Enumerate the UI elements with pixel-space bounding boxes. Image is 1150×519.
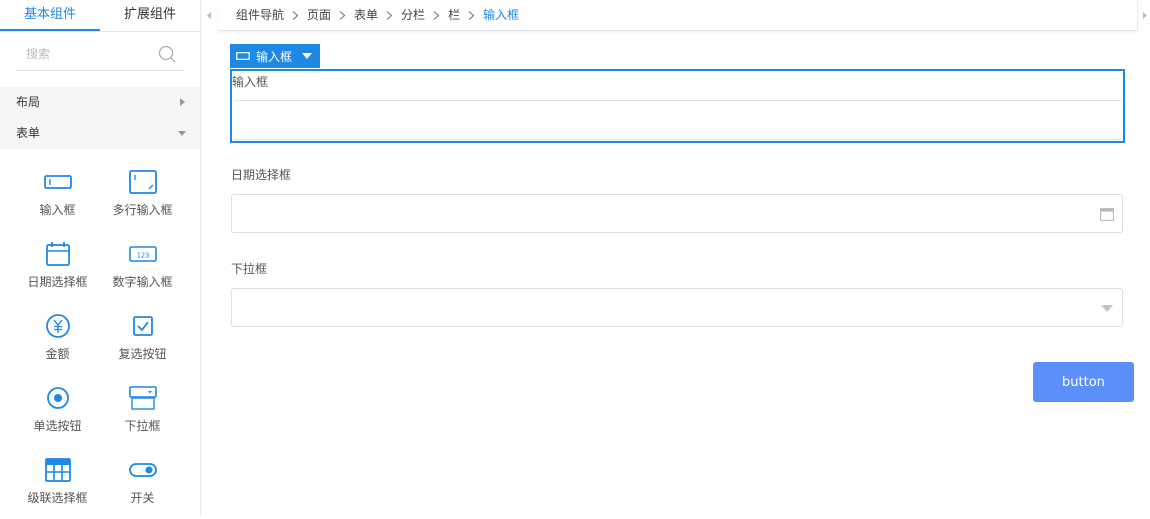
chevron-right-icon: [468, 11, 475, 20]
search-icon[interactable]: [158, 45, 176, 63]
field-label: 输入框: [232, 75, 269, 89]
calendar-icon: [1100, 208, 1114, 221]
date-picker-field[interactable]: [231, 194, 1123, 233]
category-layout[interactable]: 布局: [0, 87, 200, 118]
component-number-input[interactable]: 123 数字输入框: [100, 231, 185, 303]
breadcrumb-item[interactable]: 栏: [448, 8, 460, 22]
component-label: 级联选择框: [27, 491, 88, 505]
category-list: 布局 表单: [0, 87, 200, 149]
chevron-right-icon: [292, 11, 299, 20]
component-radio[interactable]: 单选按钮: [15, 375, 100, 447]
submit-button[interactable]: button: [1033, 362, 1134, 402]
select-field[interactable]: [231, 288, 1123, 327]
yen-icon: [45, 314, 70, 338]
calendar-icon: [45, 242, 70, 266]
cascader-icon: [44, 458, 71, 482]
component-grid: 输入框 多行输入框 日期选择框 123 数字输入框 金额 复选按钮 单选按钮 下…: [15, 159, 200, 519]
component-amount[interactable]: 金额: [15, 303, 100, 375]
select-icon: [128, 386, 157, 410]
component-checkbox[interactable]: 复选按钮: [100, 303, 185, 375]
collapse-sidebar-button[interactable]: [200, 0, 218, 31]
component-label: 输入框: [39, 203, 76, 217]
chevron-left-icon: [206, 12, 211, 19]
selected-component-tag[interactable]: 输入框: [230, 44, 321, 68]
category-form[interactable]: 表单: [0, 118, 200, 149]
svg-text:123: 123: [136, 252, 149, 260]
component-switch[interactable]: 开关: [100, 447, 185, 519]
component-label: 单选按钮: [33, 419, 82, 433]
input-icon: [43, 175, 72, 189]
input-field[interactable]: [234, 100, 1121, 140]
component-label: 下拉框: [124, 419, 161, 433]
sidebar-tabs: 基本组件 扩展组件: [0, 0, 200, 32]
checkbox-icon: [132, 316, 153, 336]
component-textarea[interactable]: 多行输入框: [100, 159, 185, 231]
category-label: 表单: [16, 126, 41, 140]
breadcrumb-current: 输入框: [483, 8, 520, 22]
chevron-right-icon: [1143, 12, 1147, 19]
number-input-icon: 123: [128, 246, 157, 262]
component-cascader[interactable]: 级联选择框: [15, 447, 100, 519]
caret-down-icon: [1101, 305, 1113, 312]
field-label: 日期选择框: [231, 168, 292, 182]
input-icon: [236, 52, 250, 60]
breadcrumb: 组件导航 页面 表单 分栏 栏 输入框: [218, 0, 1137, 31]
component-label: 金额: [45, 347, 70, 361]
breadcrumb-item[interactable]: 组件导航: [236, 8, 284, 22]
breadcrumb-item[interactable]: 分栏: [401, 8, 425, 22]
chevron-down-icon: [178, 131, 186, 136]
chevron-right-icon: [339, 11, 346, 20]
component-date-picker[interactable]: 日期选择框: [15, 231, 100, 303]
breadcrumb-item[interactable]: 页面: [307, 8, 331, 22]
component-input[interactable]: 输入框: [15, 159, 100, 231]
component-label: 数字输入框: [112, 275, 173, 289]
search-input[interactable]: [16, 40, 156, 68]
selected-component-name: 输入框: [256, 49, 293, 64]
textarea-icon: [128, 170, 157, 194]
caret-down-icon[interactable]: [302, 53, 313, 59]
category-label: 布局: [16, 95, 41, 109]
chevron-right-icon: [180, 98, 185, 106]
component-label: 日期选择框: [27, 275, 88, 289]
tab-basic-components[interactable]: 基本组件: [0, 0, 100, 31]
chevron-right-icon: [433, 11, 440, 20]
tab-extended-components[interactable]: 扩展组件: [100, 0, 200, 31]
component-label: 复选按钮: [118, 347, 167, 361]
selected-input-field[interactable]: 输入框: [230, 69, 1125, 143]
design-canvas: 输入框 输入框 日期选择框 下拉框 button: [218, 32, 1150, 515]
breadcrumb-item[interactable]: 表单: [354, 8, 378, 22]
component-label: 开关: [130, 491, 155, 505]
field-label: 下拉框: [231, 262, 268, 276]
component-select[interactable]: 下拉框: [100, 375, 185, 447]
component-sidebar: 基本组件 扩展组件 布局 表单 输入框: [0, 0, 201, 515]
switch-icon: [128, 463, 157, 477]
collapse-properties-button[interactable]: [1137, 0, 1150, 31]
chevron-right-icon: [386, 11, 393, 20]
component-label: 多行输入框: [112, 203, 173, 217]
radio-icon: [46, 387, 69, 409]
search-box: [16, 40, 184, 71]
